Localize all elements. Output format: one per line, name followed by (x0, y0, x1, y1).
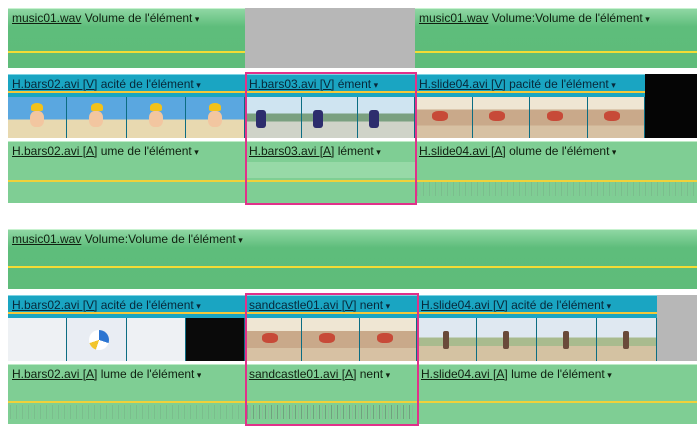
effect-dropdown[interactable]: ume de l'élément (101, 144, 199, 158)
empty-track-gap (245, 8, 415, 68)
clip-name: H.bars03.avi [A] (249, 144, 335, 158)
video-thumbnail (537, 318, 597, 361)
audio-waveform (247, 405, 415, 419)
video-thumbnail (126, 318, 186, 361)
video-clip-slide04[interactable]: H.slide04.avi [V] pacité de l'élément (415, 74, 645, 138)
video-thumbnail (359, 318, 417, 361)
thumbnail-strip (8, 318, 245, 361)
video-clip-sandcastle01[interactable]: sandcastle01.avi [V] nent (245, 295, 417, 361)
clip-name: sandcastle01.avi [A] (249, 367, 357, 381)
clip-name: H.bars03.avi [V] (249, 77, 335, 91)
video-thumbnail (597, 318, 657, 361)
effect-dropdown[interactable]: lément (338, 144, 381, 158)
audio-clip-slide04[interactable]: H.slide04.avi [A] olume de l'élément (415, 141, 697, 203)
timeline-after: music01.wav Volume:Volume de l'élément H… (0, 225, 697, 428)
opacity-line[interactable] (415, 91, 645, 93)
audio-band (245, 162, 415, 178)
video-thumbnail (301, 97, 359, 138)
video-thumbnail (245, 318, 303, 361)
thumbnail-strip (245, 318, 417, 361)
timeline-before: music01.wav Volume de l'élément music01.… (0, 0, 697, 217)
clip-name: sandcastle01.avi [V] (249, 298, 357, 312)
video-thumbnail (185, 97, 245, 138)
effect-dropdown[interactable]: ément (338, 77, 378, 91)
volume-line[interactable] (8, 51, 245, 53)
effect-dropdown[interactable]: acité de l'élément (511, 298, 611, 312)
empty-track-gap (657, 295, 697, 361)
video-thumbnail (477, 318, 537, 361)
volume-line[interactable] (8, 266, 697, 268)
audio-clip-bars02[interactable]: H.bars02.avi [A] ume de l'élément (8, 141, 245, 203)
volume-line[interactable] (417, 401, 697, 403)
video-thumbnail (8, 318, 68, 361)
volume-line[interactable] (245, 180, 415, 182)
clip-name: H.slide04.avi [V] (419, 77, 506, 91)
opacity-line[interactable] (245, 312, 417, 314)
thumbnail-strip (417, 318, 657, 361)
volume-line[interactable] (8, 401, 245, 403)
clip-name: H.slide04.avi [A] (421, 367, 508, 381)
audio-clip-slide04[interactable]: H.slide04.avi [A] lume de l'élément (417, 364, 697, 424)
clip-name: H.slide04.avi [A] (419, 144, 506, 158)
clip-name: music01.wav (12, 11, 82, 25)
video-thumbnail (67, 318, 127, 361)
volume-line[interactable] (8, 180, 245, 182)
audio-clip-sandcastle01[interactable]: sandcastle01.avi [A] nent (245, 364, 417, 424)
effect-dropdown[interactable]: lume de l'élément (511, 367, 612, 381)
effect-dropdown[interactable]: acité de l'élément (101, 298, 201, 312)
video-clip-slide04[interactable]: H.slide04.avi [V] acité de l'élément (417, 295, 657, 361)
video-thumbnail (472, 97, 530, 138)
effect-dropdown[interactable]: lume de l'élément (101, 367, 202, 381)
video-thumbnail (185, 318, 245, 361)
clip-name: music01.wav (419, 11, 489, 25)
volume-line[interactable] (245, 401, 417, 403)
effect-dropdown[interactable]: nent (360, 367, 390, 381)
music-clip-left[interactable]: music01.wav Volume de l'élément (8, 8, 245, 68)
effect-dropdown[interactable]: Volume:Volume de l'élément (85, 232, 243, 246)
effect-dropdown[interactable]: acité de l'élément (101, 77, 201, 91)
audio-waveform (417, 182, 695, 196)
clip-name: H.bars02.avi [A] (12, 144, 98, 158)
music-clip-right[interactable]: music01.wav Volume:Volume de l'élément (415, 8, 697, 68)
audio-clip-bars03[interactable]: H.bars03.avi [A] lément (245, 141, 415, 203)
opacity-line[interactable] (417, 312, 657, 314)
thumbnail-strip (415, 97, 645, 138)
thumbnail-strip (245, 97, 416, 138)
clip-name: H.slide04.avi [V] (421, 298, 508, 312)
effect-dropdown[interactable]: pacité de l'élément (509, 77, 616, 91)
video-thumbnail (245, 97, 302, 138)
clip-name: music01.wav (12, 232, 82, 246)
video-thumbnail (587, 97, 645, 138)
clip-name: H.bars02.avi [A] (12, 367, 98, 381)
video-thumbnail (358, 97, 416, 138)
audio-clip-bars02[interactable]: H.bars02.avi [A] lume de l'élément (8, 364, 245, 424)
thumbnail-strip (8, 97, 245, 138)
video-thumbnail (530, 97, 588, 138)
clip-name: H.bars02.avi [V] (12, 77, 98, 91)
opacity-line[interactable] (8, 91, 245, 93)
video-clip-bars03[interactable]: H.bars03.avi [V] ément (245, 74, 416, 138)
effect-dropdown[interactable]: Volume:Volume de l'élément (492, 11, 650, 25)
video-thumbnail (417, 318, 477, 361)
opacity-line[interactable] (8, 312, 245, 314)
effect-dropdown[interactable]: olume de l'élément (509, 144, 616, 158)
volume-line[interactable] (415, 51, 697, 53)
video-thumbnail (126, 97, 186, 138)
video-clip-bars02[interactable]: H.bars02.avi [V] acité de l'élément (8, 295, 245, 361)
music-clip[interactable]: music01.wav Volume:Volume de l'élément (8, 229, 697, 289)
video-clip-bars02[interactable]: H.bars02.avi [V] acité de l'élément (8, 74, 245, 138)
audio-waveform (10, 405, 243, 419)
empty-track-black (645, 74, 697, 138)
video-thumbnail (67, 97, 127, 138)
video-thumbnail (8, 97, 68, 138)
effect-dropdown[interactable]: Volume de l'élément (85, 11, 200, 25)
video-thumbnail (415, 97, 473, 138)
clip-name: H.bars02.avi [V] (12, 298, 98, 312)
video-thumbnail (302, 318, 360, 361)
opacity-line[interactable] (245, 91, 415, 93)
effect-dropdown[interactable]: nent (360, 298, 390, 312)
